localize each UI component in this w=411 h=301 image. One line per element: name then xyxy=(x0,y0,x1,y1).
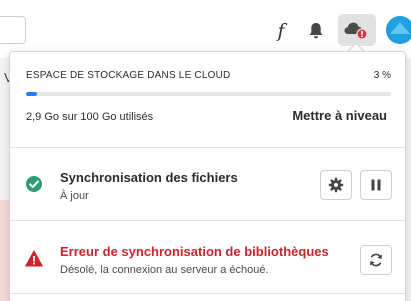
storage-section: ESPACE DE STOCKAGE DANS LE CLOUD 3 % 2,9… xyxy=(10,52,405,147)
storage-heading: ESPACE DE STOCKAGE DANS LE CLOUD xyxy=(26,70,231,81)
search-field[interactable] xyxy=(0,16,26,44)
refresh-icon xyxy=(369,253,383,267)
avatar[interactable] xyxy=(386,16,411,44)
pause-icon xyxy=(371,179,381,191)
retry-sync-button[interactable] xyxy=(360,245,392,275)
cloud-sync-button[interactable] xyxy=(338,14,376,46)
sync-files-title: Synchronisation des fichiers xyxy=(60,170,238,185)
check-circle-icon xyxy=(25,175,43,193)
cloud-status-popover: ESPACE DE STOCKAGE DANS LE CLOUD 3 % 2,9… xyxy=(9,51,406,301)
sync-settings-button[interactable] xyxy=(320,170,352,200)
sync-files-status: À jour xyxy=(60,190,89,202)
alert-triangle-icon xyxy=(25,250,43,268)
bell-icon[interactable] xyxy=(305,19,327,43)
storage-percent: 3 % xyxy=(373,70,391,81)
sync-libraries-error-message: Désolé, la connexion au serveur a échoué… xyxy=(60,264,269,276)
upgrade-button[interactable]: Mettre à niveau xyxy=(288,106,391,125)
sync-libraries-error-title: Erreur de synchronisation de bibliothèqu… xyxy=(60,244,329,259)
storage-progress-bar xyxy=(26,92,391,96)
font-icon[interactable]: f xyxy=(270,18,292,44)
sync-libraries-row: Erreur de synchronisation de bibliothèqu… xyxy=(10,221,405,293)
storage-used-text: 2,9 Go sur 100 Go utilisés xyxy=(26,111,154,123)
sync-files-row: Synchronisation des fichiers À jour xyxy=(10,148,405,220)
gear-icon xyxy=(328,177,344,193)
storage-progress-fill xyxy=(26,92,37,96)
pause-sync-button[interactable] xyxy=(360,170,392,200)
divider xyxy=(10,293,405,294)
cloud-error-icon xyxy=(344,22,368,40)
